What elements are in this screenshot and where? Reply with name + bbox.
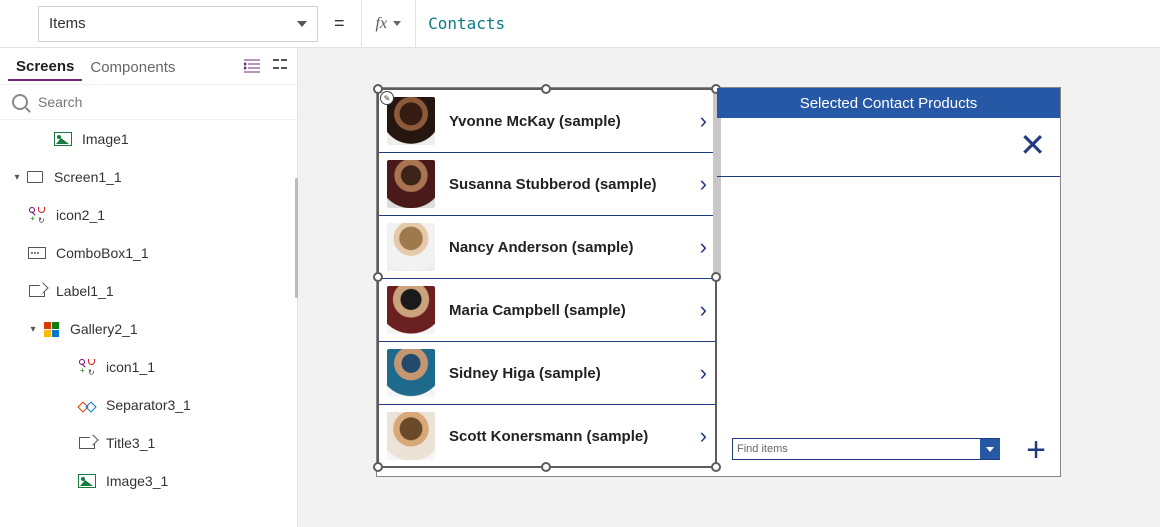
combobox-icon [28, 247, 46, 259]
tree-item-image3-1[interactable]: Image3_1 [0, 462, 297, 500]
equals-sign: = [334, 13, 345, 34]
tree-item-label: ComboBox1_1 [56, 245, 149, 261]
app-screen[interactable]: ✎ Yvonne McKay (sample) › Susanna Stubbe… [376, 87, 1061, 477]
fx-button[interactable]: fx [361, 0, 416, 47]
separator-icon [79, 398, 95, 412]
chevron-down-icon [297, 21, 307, 27]
resize-handle-bottom-right[interactable] [711, 462, 721, 472]
contact-name: Yvonne McKay (sample) [449, 113, 700, 130]
chevron-right-icon[interactable]: › [700, 360, 707, 386]
tree-item-separator3-1[interactable]: Separator3_1 [0, 386, 297, 424]
list-view-icon[interactable] [243, 57, 261, 75]
tree-item-label: Image1 [82, 131, 129, 147]
avatar [387, 160, 435, 208]
contact-name: Sidney Higa (sample) [449, 365, 700, 382]
formula-bar: Items = fx Contacts [0, 0, 1160, 48]
gallery-row[interactable]: Maria Campbell (sample) › [379, 279, 715, 342]
avatar [387, 286, 435, 334]
search-icon [12, 94, 28, 110]
tree-item-icon2-1[interactable]: + icon2_1 [0, 196, 297, 234]
chevron-right-icon[interactable]: › [700, 423, 707, 449]
property-selector[interactable]: Items [38, 6, 318, 42]
tree-item-icon1-1[interactable]: + icon1_1 [0, 348, 297, 386]
tree-item-title3-1[interactable]: Title3_1 [0, 424, 297, 462]
add-icon[interactable]: + [1026, 431, 1046, 470]
search-input[interactable] [38, 94, 285, 110]
tree-item-label: icon1_1 [106, 359, 155, 375]
resize-handle-right[interactable] [711, 272, 721, 282]
grid-view-icon[interactable] [271, 57, 289, 75]
label-icon [79, 437, 95, 449]
avatar [387, 97, 435, 145]
label-icon [29, 285, 45, 297]
fx-label: fx [376, 15, 388, 33]
image-icon [54, 132, 72, 146]
tree-item-label: Image3_1 [106, 473, 168, 489]
tree-item-screen1-1[interactable]: ▾ Screen1_1 [0, 158, 297, 196]
header-title: Selected Contact Products [800, 95, 978, 112]
chevron-down-icon[interactable]: ▾ [12, 172, 22, 183]
tab-screens[interactable]: Screens [8, 52, 82, 81]
chevron-right-icon[interactable]: › [700, 234, 707, 260]
gallery-icon [44, 322, 59, 337]
chevron-down-icon[interactable]: ▾ [28, 324, 38, 335]
chevron-down-icon[interactable] [980, 439, 1000, 459]
contact-name: Nancy Anderson (sample) [449, 239, 700, 256]
contact-name: Scott Konersmann (sample) [449, 428, 700, 445]
search-box[interactable] [0, 84, 297, 120]
combobox-placeholder: Find items [737, 443, 788, 455]
property-selector-value: Items [49, 15, 86, 32]
tree-item-label1-1[interactable]: Label1_1 [0, 272, 297, 310]
formula-value-text: Contacts [428, 14, 505, 33]
tab-components[interactable]: Components [82, 53, 183, 80]
resize-handle-bottom[interactable] [541, 462, 551, 472]
tree-item-label: icon2_1 [56, 207, 105, 223]
chevron-down-icon [393, 21, 401, 26]
contacts-gallery: Yvonne McKay (sample) › Susanna Stubbero… [379, 90, 715, 466]
chevron-right-icon[interactable]: › [700, 171, 707, 197]
gallery-row[interactable]: Nancy Anderson (sample) › [379, 216, 715, 279]
chevron-right-icon[interactable]: › [700, 297, 707, 323]
resize-handle-bottom-left[interactable] [373, 462, 383, 472]
tree-panel: Screens Components Image1 ▾ Screen1_1 [0, 48, 298, 527]
avatar [387, 412, 435, 460]
gallery-scrollbar[interactable] [713, 90, 721, 282]
design-canvas[interactable]: ✎ Yvonne McKay (sample) › Susanna Stubbe… [298, 48, 1160, 527]
resize-handle-left[interactable] [373, 272, 383, 282]
tree-item-label: Title3_1 [106, 435, 155, 451]
divider [717, 176, 1060, 177]
avatar [387, 349, 435, 397]
resize-handle-top[interactable] [541, 84, 551, 94]
contact-name: Maria Campbell (sample) [449, 302, 700, 319]
edit-pencil-icon[interactable]: ✎ [380, 91, 394, 105]
screen-icon [27, 171, 43, 183]
chevron-right-icon[interactable]: › [700, 108, 707, 134]
tree-item-gallery2-1[interactable]: ▾ Gallery2_1 [0, 310, 297, 348]
gallery-row[interactable]: Susanna Stubberod (sample) › [379, 153, 715, 216]
tree-item-label: Gallery2_1 [70, 321, 138, 337]
gallery-control-selected[interactable]: ✎ Yvonne McKay (sample) › Susanna Stubbe… [377, 88, 717, 468]
tree-view: Image1 ▾ Screen1_1 + icon2_1 ComboBox1_1… [0, 120, 297, 527]
tree-item-combobox1-1[interactable]: ComboBox1_1 [0, 234, 297, 272]
control-icon: + [79, 359, 95, 375]
close-icon[interactable]: ✕ [1019, 126, 1046, 164]
tree-item-label: Screen1_1 [54, 169, 122, 185]
tree-item-label: Separator3_1 [106, 397, 191, 413]
selected-products-header: Selected Contact Products [717, 88, 1060, 118]
avatar [387, 223, 435, 271]
gallery-row[interactable]: Yvonne McKay (sample) › [379, 90, 715, 153]
control-icon: + [29, 207, 45, 223]
formula-input[interactable]: Contacts [415, 0, 1160, 47]
contact-name: Susanna Stubberod (sample) [449, 176, 700, 193]
tree-item-label: Label1_1 [56, 283, 114, 299]
image-icon [78, 474, 96, 488]
tree-item-image1[interactable]: Image1 [0, 120, 297, 158]
gallery-row[interactable]: Sidney Higa (sample) › [379, 342, 715, 405]
find-items-combobox[interactable]: Find items [732, 438, 1000, 460]
gallery-row[interactable]: Scott Konersmann (sample) › [379, 405, 715, 466]
